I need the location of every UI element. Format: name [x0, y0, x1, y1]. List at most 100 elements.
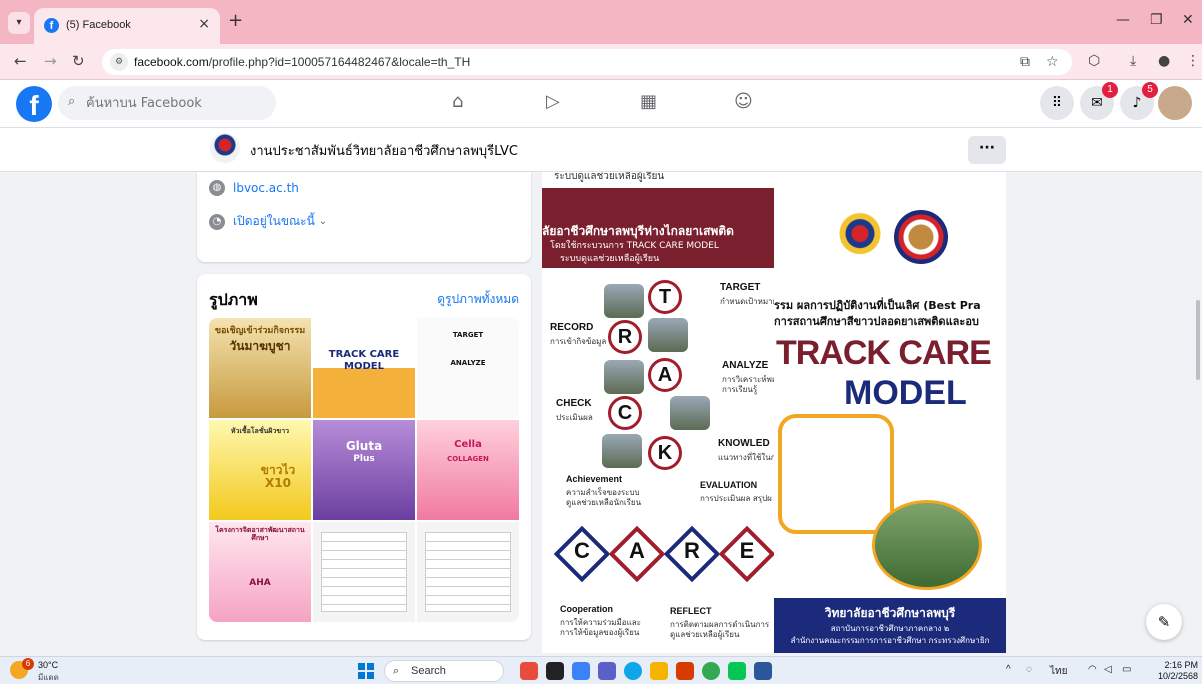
- photo-thumb[interactable]: หัวเชื้อโลชั่นผิวขาว ขาวไว X10: [209, 420, 311, 520]
- chevron-down-icon[interactable]: ⌄: [319, 216, 327, 227]
- input-language[interactable]: ไทย: [1050, 664, 1067, 679]
- teams-icon[interactable]: [598, 662, 616, 680]
- weather-condition[interactable]: มีแดด: [38, 671, 59, 684]
- page-name-bar: งานประชาสัมพันธ์วิทยาลัยอาชีวศึกษาลพบุรี…: [0, 128, 1202, 172]
- tray-chevron-up-icon[interactable]: ^: [1006, 664, 1011, 675]
- marketplace-icon[interactable]: ▦: [640, 92, 657, 112]
- care-letter: E: [739, 538, 755, 563]
- facebook-header: f ⌕ ⌂ ▷ ▦ ☺ ⠿ ✉ 1 ♪ 5: [0, 80, 1202, 128]
- thumb-caption: หัวเชื้อโลชั่นผิวขาว: [230, 427, 290, 435]
- groups-icon[interactable]: ☺: [734, 92, 753, 112]
- reflect-label: REFLECT: [670, 606, 712, 616]
- page-scrollbar[interactable]: [1196, 300, 1200, 380]
- download-icon[interactable]: ⤓: [1130, 53, 1136, 69]
- taskbar-search[interactable]: ⌕ Search: [384, 660, 504, 682]
- office-icon[interactable]: [676, 662, 694, 680]
- cooperation-sub: การให้ข้อมูลของผู้เรียน: [560, 628, 640, 637]
- address-bar[interactable]: ⚙ facebook.com/profile.php?id=1000571644…: [102, 49, 1072, 75]
- tab-list-chevron-icon[interactable]: ▾: [8, 12, 30, 34]
- page-name[interactable]: งานประชาสัมพันธ์วิทยาลัยอาชีวศึกษาลพบุรี…: [250, 140, 518, 161]
- new-message-compose-icon[interactable]: ✎: [1146, 604, 1182, 640]
- app-icon[interactable]: [520, 662, 538, 680]
- tray-app-icon[interactable]: ◌: [1026, 664, 1032, 675]
- chrome-icon[interactable]: [702, 662, 720, 680]
- video-icon[interactable]: ▷: [546, 92, 560, 112]
- wifi-icon[interactable]: ◠: [1088, 664, 1097, 675]
- photo-thumb[interactable]: TARGET ANALYZE: [417, 318, 519, 418]
- facebook-search[interactable]: ⌕: [58, 86, 276, 120]
- photo-thumb[interactable]: Cella COLLAGEN: [417, 420, 519, 520]
- account-avatar[interactable]: [1158, 86, 1192, 120]
- system-clock[interactable]: 2:16 PM 10/2/2568: [1152, 660, 1198, 682]
- browser-tab-facebook[interactable]: f (5) Facebook ×: [34, 8, 220, 44]
- windows-start-icon[interactable]: [358, 663, 374, 679]
- messenger-icon[interactable]: ✉ 1: [1080, 82, 1118, 120]
- menu-kebab-icon[interactable]: ⋮: [1186, 53, 1200, 69]
- tab-close-icon[interactable]: ×: [198, 16, 210, 32]
- see-all-photos-link[interactable]: ดูรูปภาพทั้งหมด: [437, 290, 519, 309]
- poster-photo: [604, 360, 644, 394]
- weather-badge: 6: [22, 658, 34, 670]
- word-icon[interactable]: [754, 662, 772, 680]
- hours-row: ◔ เปิดอยู่ในขณะนี้ ⌄: [209, 212, 327, 231]
- window-close-icon[interactable]: ✕: [1182, 12, 1194, 28]
- extensions-icon[interactable]: ⬡: [1088, 53, 1100, 69]
- temperature[interactable]: 30°C: [38, 660, 58, 670]
- reflect-sub: ดูแลช่วยเหลือผู้เรียน: [670, 630, 740, 639]
- thumb-caption: ANALYZE: [450, 359, 486, 367]
- clock-icon: ◔: [209, 213, 225, 230]
- reload-icon[interactable]: ↻: [72, 53, 85, 69]
- document-lines: [425, 532, 511, 612]
- website-row: ◍ lbvoc.ac.th: [209, 180, 299, 196]
- track-letter: A: [648, 358, 682, 392]
- profile-icon[interactable]: ●: [1158, 53, 1170, 69]
- app-icon[interactable]: [572, 662, 590, 680]
- notifications-bell-icon[interactable]: ♪ 5: [1120, 82, 1158, 120]
- photo-thumb[interactable]: โครงการจิตอาสาพัฒนาสถานศึกษา AHA: [209, 522, 311, 622]
- file-explorer-icon[interactable]: [650, 662, 668, 680]
- volume-icon[interactable]: ◁: [1104, 664, 1112, 675]
- minimize-icon[interactable]: —: [1116, 12, 1130, 28]
- open-status[interactable]: เปิดอยู่ในขณะนี้: [233, 214, 315, 228]
- achievement-sub: ดูแลช่วยเหลือนักเรียน: [566, 498, 642, 507]
- photos-title: รูปภาพ: [209, 290, 258, 309]
- bookmark-star-icon[interactable]: ☆: [1046, 54, 1059, 70]
- document-lines: [321, 532, 407, 612]
- restore-icon[interactable]: ❐: [1150, 12, 1163, 28]
- photo-thumb[interactable]: TRACK CARE MODEL: [313, 318, 415, 418]
- page-logo[interactable]: [210, 133, 240, 163]
- url-text: facebook.com/profile.php?id=100057164482…: [134, 55, 470, 69]
- menu-grid-icon[interactable]: ⠿: [1040, 86, 1074, 120]
- back-arrow-icon[interactable]: ←: [14, 53, 27, 69]
- thumb-caption: TARGET: [452, 331, 484, 339]
- browser-toolbar: ← → ↻ ⚙ facebook.com/profile.php?id=1000…: [0, 44, 1202, 80]
- translate-icon[interactable]: ⧉: [1020, 54, 1030, 70]
- photos-grid: ขอเชิญเข้าร่วมกิจกรรม วันมาฆบูชา TRACK C…: [209, 318, 519, 622]
- clock-date: 10/2/2568: [1157, 671, 1198, 681]
- line-icon[interactable]: [728, 662, 746, 680]
- photo-thumb[interactable]: [313, 522, 415, 622]
- task-view-icon[interactable]: [546, 662, 564, 680]
- photo-thumb[interactable]: [417, 522, 519, 622]
- photo-thumb[interactable]: Gluta Plus: [313, 420, 415, 520]
- search-input[interactable]: [86, 86, 266, 120]
- site-info-icon[interactable]: ⚙: [110, 53, 128, 71]
- poster-big-title: MODEL: [844, 374, 967, 412]
- college-emblem-icon: [836, 212, 884, 260]
- poster-photo: [602, 434, 642, 468]
- poster-subline: โดยใช้กระบวนการ TRACK CARE MODEL: [550, 241, 719, 251]
- facebook-logo-icon[interactable]: f: [16, 86, 52, 122]
- photo-thumb[interactable]: ขอเชิญเข้าร่วมกิจกรรม วันมาฆบูชา: [209, 318, 311, 418]
- battery-icon[interactable]: ▭: [1122, 664, 1131, 675]
- forward-arrow-icon[interactable]: →: [44, 53, 57, 69]
- home-icon[interactable]: ⌂: [452, 92, 463, 112]
- taskbar-search-label: Search: [411, 665, 446, 677]
- post-image[interactable]: ระบบดูแลช่วยเหลือผู้เรียน ลัยอาชีวศึกษาล…: [542, 172, 1006, 653]
- website-link[interactable]: lbvoc.ac.th: [233, 181, 299, 195]
- search-icon: ⌕: [393, 664, 400, 677]
- more-options-button[interactable]: ···: [968, 136, 1006, 164]
- notifications-badge: 5: [1142, 82, 1158, 98]
- edge-icon[interactable]: [624, 662, 642, 680]
- new-tab-plus-icon[interactable]: +: [228, 12, 243, 30]
- poster-photo: [604, 284, 644, 318]
